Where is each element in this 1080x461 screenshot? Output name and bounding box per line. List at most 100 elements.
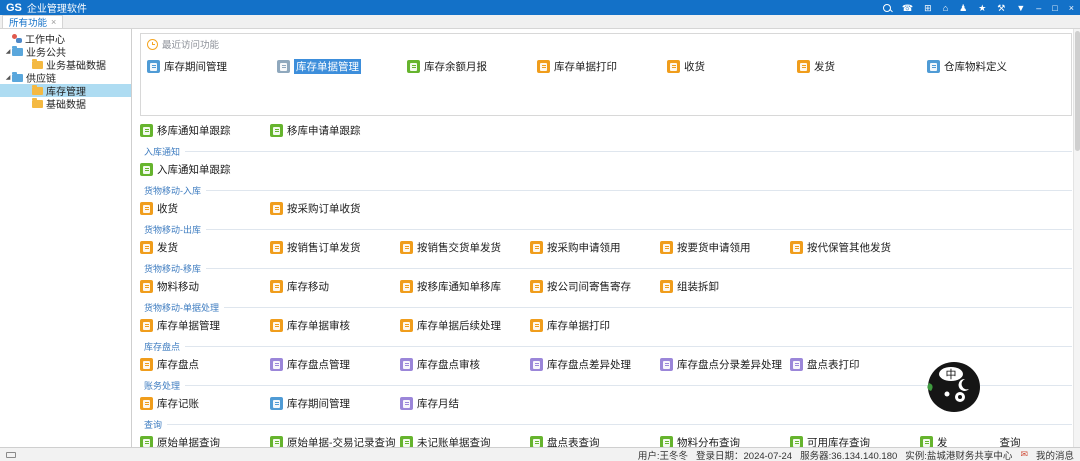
function-item[interactable]: 库存期间管理	[270, 396, 400, 411]
function-item[interactable]: 移库通知单跟踪	[140, 123, 270, 138]
function-icon	[140, 436, 153, 447]
vertical-scrollbar[interactable]	[1073, 29, 1080, 447]
function-icon	[270, 280, 283, 293]
function-item[interactable]: 组装拆卸	[660, 279, 790, 294]
function-label: 按要货申请领用	[677, 240, 751, 255]
function-tree-sidebar: 工作中心◢业务公共业务基础数据◢供应链库存管理基础数据	[0, 29, 132, 447]
function-item[interactable]: 库存单据打印	[530, 318, 660, 333]
function-item[interactable]: 仓库物料定义	[927, 59, 1057, 74]
function-item[interactable]: 按采购申请领用	[530, 240, 660, 255]
function-item[interactable]: 按移库通知单移库	[400, 279, 530, 294]
function-label: 库存盘点审核	[417, 357, 480, 372]
search-icon[interactable]	[883, 4, 891, 12]
function-item[interactable]: 按采购订单收货	[270, 201, 400, 216]
function-row: 库存盘点 库存盘点管理 库存盘点审核 库存盘点差异处理 库存盘点分录差异处理盘点表打印	[140, 357, 1072, 372]
function-item[interactable]: 库存盘点管理	[270, 357, 400, 372]
function-icon	[140, 397, 153, 410]
function-label: 可用库存查询	[807, 435, 870, 447]
function-item[interactable]: 按公司间寄售寄存	[530, 279, 660, 294]
function-label-suffix: 查询	[1000, 435, 1021, 447]
function-icon	[530, 358, 543, 371]
function-row: 库存记账 库存期间管理库存月结	[140, 396, 1072, 411]
function-icon	[400, 397, 413, 410]
function-item[interactable]: 库存单据后续处理	[400, 318, 530, 333]
function-item[interactable]: 收货	[140, 201, 270, 216]
tab-bar: 所有功能 ×	[0, 15, 1080, 29]
function-item[interactable]: 库存单据管理	[277, 59, 407, 74]
function-item[interactable]: 按销售订单发货	[270, 240, 400, 255]
function-item[interactable]: 库存单据审核	[270, 318, 400, 333]
function-item[interactable]: 发货	[797, 59, 927, 74]
function-item[interactable]: 库存盘点差异处理	[530, 357, 660, 372]
user-icon[interactable]: ♟	[959, 3, 967, 13]
function-label: 库存余额月报	[424, 59, 487, 74]
function-label: 库存单据管理	[294, 59, 361, 74]
function-item[interactable]: 按要货申请领用	[660, 240, 790, 255]
tools-wrench-icon[interactable]: ⚒	[997, 3, 1005, 13]
function-label: 原始单据-交易记录查询	[287, 435, 396, 447]
function-item[interactable]: 库存盘点审核	[400, 357, 530, 372]
minimize-icon[interactable]: –	[1036, 3, 1041, 13]
function-item[interactable]: 未记账单据查询	[400, 435, 530, 447]
function-item[interactable]: 库存期间管理	[147, 59, 277, 74]
function-item[interactable]: 库存余额月报	[407, 59, 537, 74]
function-icon	[140, 124, 153, 137]
function-item[interactable]: 发货	[140, 240, 270, 255]
dropdown-filter-icon[interactable]: ▼	[1016, 3, 1025, 13]
function-item[interactable]: 收货	[667, 59, 797, 74]
keyboard-icon[interactable]	[6, 452, 16, 458]
function-icon	[660, 280, 673, 293]
function-icon	[140, 163, 153, 176]
function-item[interactable]: 库存移动	[270, 279, 400, 294]
tab-close-icon[interactable]: ×	[51, 17, 56, 27]
function-label: 库存盘点差异处理	[547, 357, 631, 372]
scrollbar-thumb[interactable]	[1075, 31, 1080, 151]
function-label: 库存盘点管理	[287, 357, 350, 372]
restore-icon[interactable]: □	[1052, 3, 1057, 13]
home-icon[interactable]: ⌂	[943, 3, 948, 13]
sidebar-item-5[interactable]: 基础数据	[0, 97, 131, 110]
function-item[interactable]: 库存单据管理	[140, 318, 270, 333]
function-icon	[140, 202, 153, 215]
tab-all-functions[interactable]: 所有功能 ×	[2, 15, 63, 28]
my-messages-link[interactable]: 我的消息	[1036, 448, 1074, 461]
function-item[interactable]: 可用库存查询	[790, 435, 920, 447]
function-icon	[400, 319, 413, 332]
function-item[interactable]: 原始单据-交易记录查询	[270, 435, 400, 447]
function-label: 发货	[157, 240, 178, 255]
function-item[interactable]: 发查询	[920, 435, 1050, 447]
function-item[interactable]: 按销售交货单发货	[400, 240, 530, 255]
function-item[interactable]: 物料移动	[140, 279, 270, 294]
message-envelope-icon: ✉	[1020, 449, 1028, 460]
function-item[interactable]: 移库申请单跟踪	[270, 123, 400, 138]
function-row: 物料移动库存移动按移库通知单移库按公司间寄售寄存组装拆卸	[140, 279, 1072, 294]
function-icon	[537, 60, 550, 73]
function-label: 库存记账	[157, 396, 199, 411]
function-row: 入库通知单跟踪	[140, 162, 1072, 177]
function-item[interactable]: 原始单据查询	[140, 435, 270, 447]
function-icon	[797, 60, 810, 73]
function-item[interactable]: 库存单据打印	[537, 59, 667, 74]
favorites-star-icon[interactable]: ★	[978, 3, 986, 13]
function-item[interactable]: 库存盘点	[140, 357, 270, 372]
function-item[interactable]: 按代保管其他发货	[790, 240, 920, 255]
function-item[interactable]: 库存盘点分录差异处理	[660, 357, 790, 372]
sidebar-item-label: 基础数据	[46, 96, 86, 111]
close-icon[interactable]: ×	[1069, 3, 1074, 13]
tree-expand-icon[interactable]: ◢	[4, 48, 12, 55]
function-item[interactable]: 入库通知单跟踪	[140, 162, 270, 177]
section-divider-line	[206, 268, 1072, 269]
folder-blue-icon	[12, 74, 23, 82]
phone-icon[interactable]: ☎	[902, 3, 913, 13]
function-item[interactable]: 库存记账	[140, 396, 270, 411]
function-item[interactable]: 盘点表打印	[790, 357, 920, 372]
tree-expand-icon[interactable]: ◢	[4, 74, 12, 81]
function-label: 收货	[157, 201, 178, 216]
apps-grid-icon[interactable]: ⊞	[924, 3, 932, 13]
sidebar-item-2[interactable]: 业务基础数据	[0, 58, 131, 71]
function-item[interactable]: 物料分布查询	[660, 435, 790, 447]
tab-label: 所有功能	[9, 15, 47, 29]
function-item[interactable]: 库存月结	[400, 396, 530, 411]
workcenter-people-icon	[12, 34, 22, 43]
function-item[interactable]: 盘点表查询	[530, 435, 660, 447]
